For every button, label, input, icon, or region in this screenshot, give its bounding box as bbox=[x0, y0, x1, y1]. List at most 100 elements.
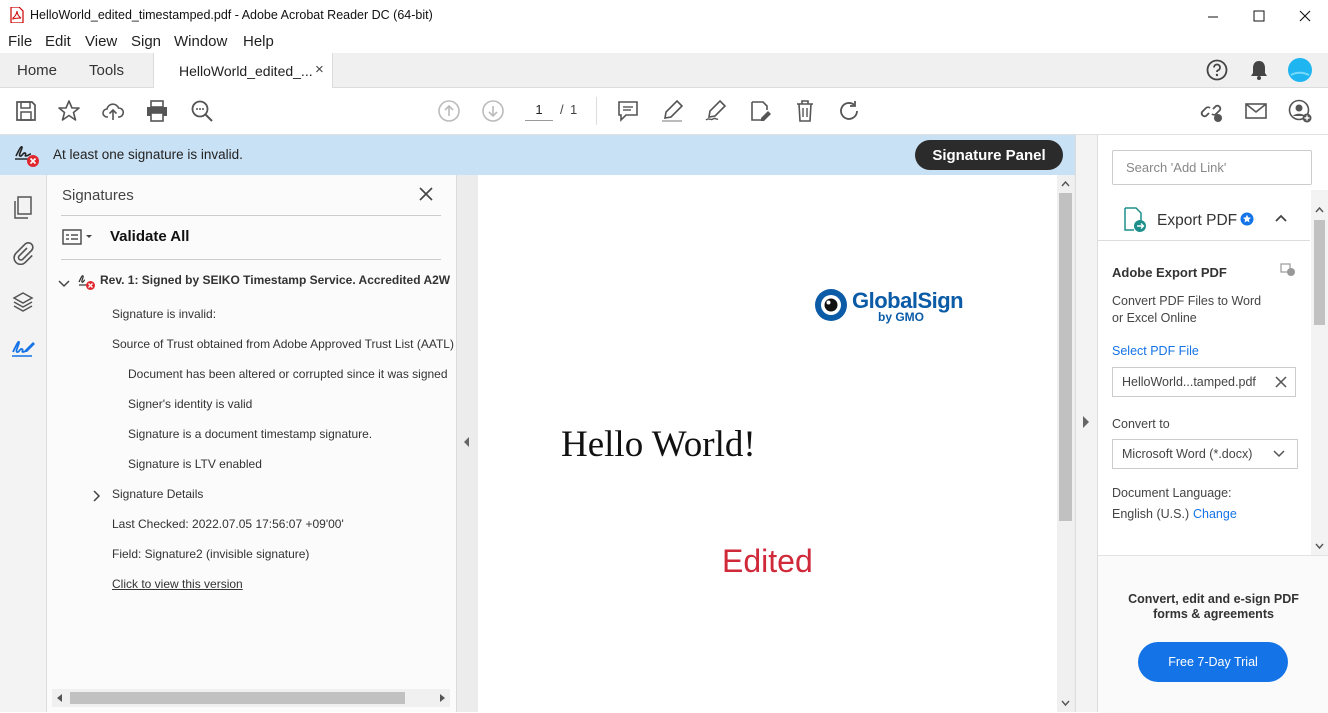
add-user-icon bbox=[1288, 99, 1312, 123]
expand-right-pane-icon[interactable] bbox=[1082, 416, 1090, 428]
help-icon[interactable] bbox=[1206, 59, 1228, 81]
arrow-up-circle-icon bbox=[438, 100, 460, 122]
layers-icon bbox=[12, 292, 34, 312]
remove-file-icon[interactable] bbox=[1275, 376, 1287, 388]
scrollbar-thumb[interactable] bbox=[1059, 193, 1072, 521]
layers-button[interactable] bbox=[8, 287, 38, 317]
print-button[interactable] bbox=[140, 88, 174, 134]
menu-sign[interactable]: Sign bbox=[131, 33, 161, 50]
rotate-icon bbox=[840, 101, 858, 120]
attachments-button[interactable] bbox=[8, 238, 38, 268]
add-user-button[interactable] bbox=[1283, 88, 1317, 134]
signatures-button[interactable] bbox=[8, 333, 38, 363]
select-pdf-file-link[interactable]: Select PDF File bbox=[1112, 344, 1199, 358]
signature-revision-label[interactable]: Rev. 1: Signed by SEIKO Timestamp Servic… bbox=[100, 273, 450, 287]
invalid-signature-icon bbox=[15, 146, 39, 167]
maximize-button[interactable] bbox=[1236, 0, 1282, 31]
fill-sign-button[interactable] bbox=[699, 88, 733, 134]
scroll-left-icon[interactable] bbox=[56, 694, 64, 702]
close-window-button[interactable] bbox=[1282, 0, 1328, 31]
delete-button[interactable] bbox=[788, 88, 822, 134]
tools-search-input[interactable]: Search 'Add Link' bbox=[1112, 150, 1312, 185]
tab-close-icon[interactable]: × bbox=[315, 61, 324, 78]
free-trial-button[interactable]: Free 7-Day Trial bbox=[1138, 642, 1288, 682]
pdf-page: GlobalSign by GMO Hello World! Edited bbox=[478, 175, 1057, 712]
page-thumbnails-button[interactable] bbox=[8, 193, 38, 223]
globalsign-logo-icon bbox=[815, 289, 847, 321]
export-pdf-title[interactable]: Export PDF bbox=[1157, 212, 1237, 230]
document-language-value: English (U.S.) bbox=[1112, 507, 1190, 521]
edit-pdf-button[interactable] bbox=[743, 88, 777, 134]
share-link-button[interactable] bbox=[1194, 88, 1228, 134]
menu-edit[interactable]: Edit bbox=[45, 33, 71, 50]
scroll-up-icon[interactable] bbox=[1061, 180, 1070, 188]
email-button[interactable] bbox=[1239, 88, 1273, 134]
signature-status-line: Signature is a document timestamp signat… bbox=[128, 427, 373, 441]
close-icon[interactable] bbox=[419, 187, 433, 201]
menu-bar: File Edit View Sign Window Help bbox=[0, 31, 1328, 53]
menu-help[interactable]: Help bbox=[243, 33, 274, 50]
tools-search-placeholder: Search 'Add Link' bbox=[1126, 160, 1227, 175]
right-pane-toggle-strip bbox=[1075, 135, 1097, 712]
previous-page-button[interactable] bbox=[432, 88, 466, 134]
tab-document-label: HelloWorld_edited_... bbox=[179, 63, 313, 79]
convert-to-label: Convert to bbox=[1112, 417, 1170, 431]
promo-text: forms & agreements bbox=[1153, 607, 1274, 621]
page-number-input[interactable]: 1 bbox=[525, 100, 553, 121]
comment-button[interactable] bbox=[611, 88, 645, 134]
sign-pen-icon bbox=[705, 99, 727, 121]
right-pane-scrollbar[interactable] bbox=[1311, 190, 1328, 555]
envelope-icon bbox=[1245, 103, 1267, 119]
signature-details-toggle[interactable]: Signature Details bbox=[112, 487, 203, 501]
scroll-right-icon[interactable] bbox=[438, 694, 446, 702]
chevron-down-icon[interactable] bbox=[58, 277, 70, 289]
collapse-left-panel-icon[interactable] bbox=[463, 437, 471, 447]
menu-file[interactable]: File bbox=[8, 33, 32, 50]
horizontal-scrollbar[interactable] bbox=[52, 689, 450, 707]
signatures-panel: Signatures Validate All Rev. 1: Signed b… bbox=[47, 175, 457, 712]
next-page-button[interactable] bbox=[476, 88, 510, 134]
paperclip-icon bbox=[13, 241, 34, 265]
chevron-up-icon[interactable] bbox=[1275, 214, 1287, 223]
highlight-button[interactable] bbox=[655, 88, 689, 134]
panel-divider bbox=[61, 259, 441, 260]
bookmark-star-button[interactable] bbox=[52, 88, 86, 134]
switch-account-icon[interactable] bbox=[1280, 263, 1296, 277]
convert-description: Convert PDF Files to Word bbox=[1112, 294, 1262, 308]
options-menu-icon[interactable] bbox=[62, 228, 96, 246]
tab-home[interactable]: Home bbox=[17, 53, 57, 87]
find-button[interactable] bbox=[185, 88, 219, 134]
vertical-scrollbar[interactable] bbox=[1057, 175, 1074, 712]
tab-document[interactable]: HelloWorld_edited_... × bbox=[153, 53, 333, 88]
notification-bell-icon[interactable] bbox=[1249, 59, 1269, 81]
save-button[interactable] bbox=[9, 88, 43, 134]
chevron-right-icon[interactable] bbox=[91, 490, 101, 502]
tab-tools[interactable]: Tools bbox=[89, 53, 124, 87]
menu-window[interactable]: Window bbox=[174, 33, 227, 50]
upload-button[interactable] bbox=[96, 88, 130, 134]
signature-panel-button[interactable]: Signature Panel bbox=[915, 140, 1063, 170]
view-version-link[interactable]: Click to view this version bbox=[112, 577, 243, 591]
page-separator: / bbox=[560, 102, 564, 117]
minimize-button[interactable] bbox=[1190, 0, 1236, 31]
scroll-down-icon[interactable] bbox=[1061, 699, 1070, 707]
scrollbar-thumb[interactable] bbox=[70, 692, 405, 704]
convert-format-value: Microsoft Word (*.docx) bbox=[1122, 447, 1253, 461]
avatar[interactable] bbox=[1287, 57, 1313, 83]
toolbar-divider bbox=[596, 97, 597, 125]
highlighter-icon bbox=[662, 99, 684, 122]
change-language-link[interactable]: Change bbox=[1193, 507, 1237, 521]
scroll-up-icon[interactable] bbox=[1315, 206, 1324, 214]
menu-view[interactable]: View bbox=[85, 33, 117, 50]
cloud-upload-icon bbox=[102, 103, 125, 120]
selected-file-field: HelloWorld...tamped.pdf bbox=[1112, 367, 1296, 397]
validate-all-button[interactable]: Validate All bbox=[110, 228, 189, 245]
rotate-button[interactable] bbox=[832, 88, 866, 134]
pdf-file-icon bbox=[10, 7, 24, 23]
edit-document-icon bbox=[751, 101, 771, 121]
scrollbar-thumb[interactable] bbox=[1314, 220, 1325, 325]
signature-status-line: Source of Trust obtained from Adobe Appr… bbox=[112, 337, 454, 351]
scroll-down-icon[interactable] bbox=[1315, 542, 1324, 550]
close-icon bbox=[1299, 10, 1311, 21]
convert-format-select[interactable]: Microsoft Word (*.docx) bbox=[1112, 439, 1298, 469]
